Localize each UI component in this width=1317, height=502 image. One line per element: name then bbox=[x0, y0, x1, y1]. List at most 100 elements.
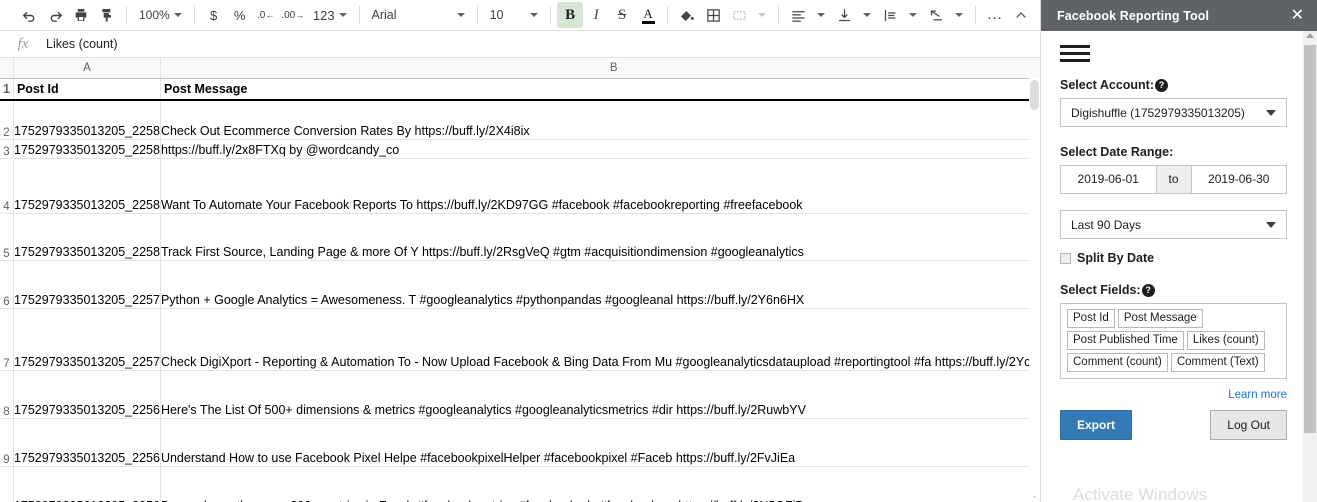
column-header-b[interactable]: B bbox=[160, 58, 1040, 79]
cell-post-message[interactable]: Check Out Ecommerce Conversion Rates By … bbox=[160, 100, 1040, 140]
toolbar-divider bbox=[126, 6, 127, 24]
redo-icon[interactable] bbox=[42, 2, 68, 28]
collapse-toolbar-icon[interactable] bbox=[1008, 2, 1034, 28]
zoom-control[interactable]: 100% bbox=[133, 2, 188, 28]
horizontal-align-icon[interactable] bbox=[785, 2, 811, 28]
cell-post-id[interactable]: 1752979335013205_2258 bbox=[13, 100, 161, 140]
learn-more-row: Learn more bbox=[1060, 385, 1287, 403]
horizontal-align-dropdown[interactable] bbox=[811, 2, 831, 28]
merge-cells-dropdown[interactable] bbox=[752, 2, 772, 28]
column-header-a[interactable]: A bbox=[13, 58, 161, 79]
cell-post-id[interactable]: 1752979335013205_2257 bbox=[13, 260, 161, 309]
toolbar: 100% $ % .0← .00→ 123 Arial 10 B I S A … bbox=[0, 0, 1040, 31]
row-header-1[interactable]: 1 bbox=[0, 78, 14, 101]
split-by-date-row[interactable]: Split By Date bbox=[1060, 251, 1286, 265]
start-date-input[interactable]: 2019-06-01 bbox=[1060, 165, 1157, 194]
row-header-6[interactable]: 6 bbox=[0, 260, 14, 309]
font-size-value: 10 bbox=[489, 8, 504, 22]
strikethrough-button[interactable]: S bbox=[609, 2, 635, 28]
cell-post-message[interactable]: Python + Google Analytics = Awesomeness.… bbox=[160, 260, 1040, 309]
field-chip-comment-count[interactable]: Comment (count) bbox=[1067, 353, 1168, 372]
sidebar-title: Facebook Reporting Tool bbox=[1057, 8, 1210, 23]
text-wrap-icon[interactable] bbox=[877, 2, 903, 28]
text-rotation-icon[interactable] bbox=[923, 2, 949, 28]
cell-post-message[interactable]: Here's The List Of 500+ dimensions & met… bbox=[160, 370, 1040, 419]
cell-post-id[interactable]: 1752979335013205_2256 bbox=[13, 370, 161, 419]
cell-post-message[interactable]: Want To Automate Your Facebook Reports T… bbox=[160, 158, 1040, 214]
hamburger-menu-icon[interactable] bbox=[1060, 45, 1090, 62]
account-select[interactable]: Digishuffle (1752979335013205) bbox=[1060, 98, 1287, 127]
sidebar-scrollbar-thumb[interactable] bbox=[1304, 45, 1316, 433]
cell-post-id[interactable]: 1752979335013205_2256 bbox=[13, 418, 161, 467]
font-family-select[interactable]: Arial bbox=[366, 2, 471, 28]
sidebar-scrollbar[interactable] bbox=[1303, 31, 1317, 502]
table-row: 9 1752979335013205_2256 Understand How t… bbox=[0, 418, 1040, 467]
row-header-3[interactable]: 3 bbox=[0, 139, 14, 159]
row-header-8[interactable]: 8 bbox=[0, 370, 14, 419]
row-header-2[interactable]: 2 bbox=[0, 100, 14, 140]
formula-input[interactable] bbox=[46, 37, 1040, 51]
currency-format-button[interactable]: $ bbox=[201, 2, 227, 28]
field-chip-post-id[interactable]: Post Id bbox=[1067, 309, 1115, 328]
cell-post-id[interactable]: 1752979335013205_2258 bbox=[13, 139, 161, 159]
font-size-select[interactable]: 10 bbox=[484, 2, 545, 28]
percent-format-button[interactable]: % bbox=[227, 2, 253, 28]
cell-post-id[interactable]: 1752979335013205_2256 bbox=[13, 466, 161, 502]
end-date-input[interactable]: 2019-06-30 bbox=[1190, 165, 1287, 194]
chevron-down-icon bbox=[456, 13, 465, 17]
learn-more-link[interactable]: Learn more bbox=[1228, 389, 1287, 401]
merge-cells-icon[interactable] bbox=[726, 2, 752, 28]
field-chip-post-message[interactable]: Post Message bbox=[1117, 309, 1203, 328]
scroll-end-icon[interactable]: ▪ bbox=[1030, 493, 1039, 502]
decrease-decimal-button[interactable]: .0← bbox=[253, 2, 279, 28]
cell-post-message[interactable]: Check DigiXport - Reporting & Automation… bbox=[160, 308, 1040, 371]
sheet-vertical-scrollbar[interactable] bbox=[1029, 78, 1040, 488]
cell-post-message[interactable]: Do you know there are 300+ metrics in Fa… bbox=[160, 466, 1040, 502]
export-button[interactable]: Export bbox=[1060, 410, 1133, 440]
borders-icon[interactable] bbox=[700, 2, 726, 28]
date-preset-select[interactable]: Last 90 Days bbox=[1060, 210, 1287, 239]
row-header-5[interactable]: 5 bbox=[0, 213, 14, 261]
paint-format-icon[interactable] bbox=[94, 2, 120, 28]
increase-decimal-button[interactable]: .00→ bbox=[279, 2, 307, 28]
row-header-7[interactable]: 7 bbox=[0, 308, 14, 371]
cell-post-id[interactable]: 1752979335013205_2258 bbox=[13, 158, 161, 214]
cell-a1[interactable]: Post Id bbox=[13, 78, 161, 101]
logout-button[interactable]: Log Out bbox=[1210, 410, 1287, 440]
row-header-9[interactable]: 9 bbox=[0, 418, 14, 467]
help-icon[interactable]: ? bbox=[1141, 283, 1155, 297]
toolbar-divider bbox=[193, 6, 195, 24]
field-chip-likes-count[interactable]: Likes (count) bbox=[1186, 331, 1265, 350]
close-icon[interactable]: ✕ bbox=[1287, 6, 1308, 26]
row-header-4[interactable]: 4 bbox=[0, 158, 14, 214]
sheet-scrollbar-thumb[interactable] bbox=[1030, 80, 1039, 110]
field-chip-post-published-time[interactable]: Post Published Time bbox=[1067, 331, 1184, 350]
split-by-date-checkbox[interactable] bbox=[1060, 252, 1071, 264]
cell-b1[interactable]: Post Message bbox=[160, 78, 1040, 101]
vertical-align-dropdown[interactable] bbox=[857, 2, 877, 28]
cell-post-message[interactable]: Track First Source, Landing Page & more … bbox=[160, 213, 1040, 261]
field-chip-comment-text[interactable]: Comment (Text) bbox=[1170, 353, 1265, 372]
more-formats-button[interactable]: 123 bbox=[307, 2, 353, 28]
text-rotation-dropdown[interactable] bbox=[949, 2, 969, 28]
vertical-align-icon[interactable] bbox=[831, 2, 857, 28]
scroll-up-icon[interactable] bbox=[1306, 33, 1314, 38]
date-range-row: 2019-06-01 to 2019-06-30 bbox=[1060, 165, 1287, 194]
help-icon[interactable]: ? bbox=[1155, 78, 1169, 92]
split-by-date-label: Split By Date bbox=[1077, 251, 1155, 265]
text-color-button[interactable]: A bbox=[635, 2, 661, 28]
undo-icon[interactable] bbox=[16, 2, 42, 28]
print-icon[interactable] bbox=[68, 2, 94, 28]
cell-post-message[interactable]: Understand How to use Facebook Pixel Hel… bbox=[160, 418, 1040, 467]
bold-button[interactable]: B bbox=[557, 2, 584, 28]
more-options-button[interactable]: … bbox=[982, 2, 1008, 28]
italic-button[interactable]: I bbox=[583, 2, 609, 28]
chevron-down-icon bbox=[955, 13, 964, 17]
cell-post-id[interactable]: 1752979335013205_2258 bbox=[13, 213, 161, 261]
cell-post-message[interactable]: https://buff.ly/2x8FTXq by @wordcandy_co bbox=[160, 139, 1040, 159]
select-all-corner[interactable] bbox=[0, 58, 14, 79]
cell-post-id[interactable]: 1752979335013205_2257 bbox=[13, 308, 161, 371]
text-wrap-dropdown[interactable] bbox=[903, 2, 923, 28]
fill-color-icon[interactable] bbox=[674, 2, 700, 28]
row-header-10[interactable]: 10 bbox=[0, 466, 14, 502]
